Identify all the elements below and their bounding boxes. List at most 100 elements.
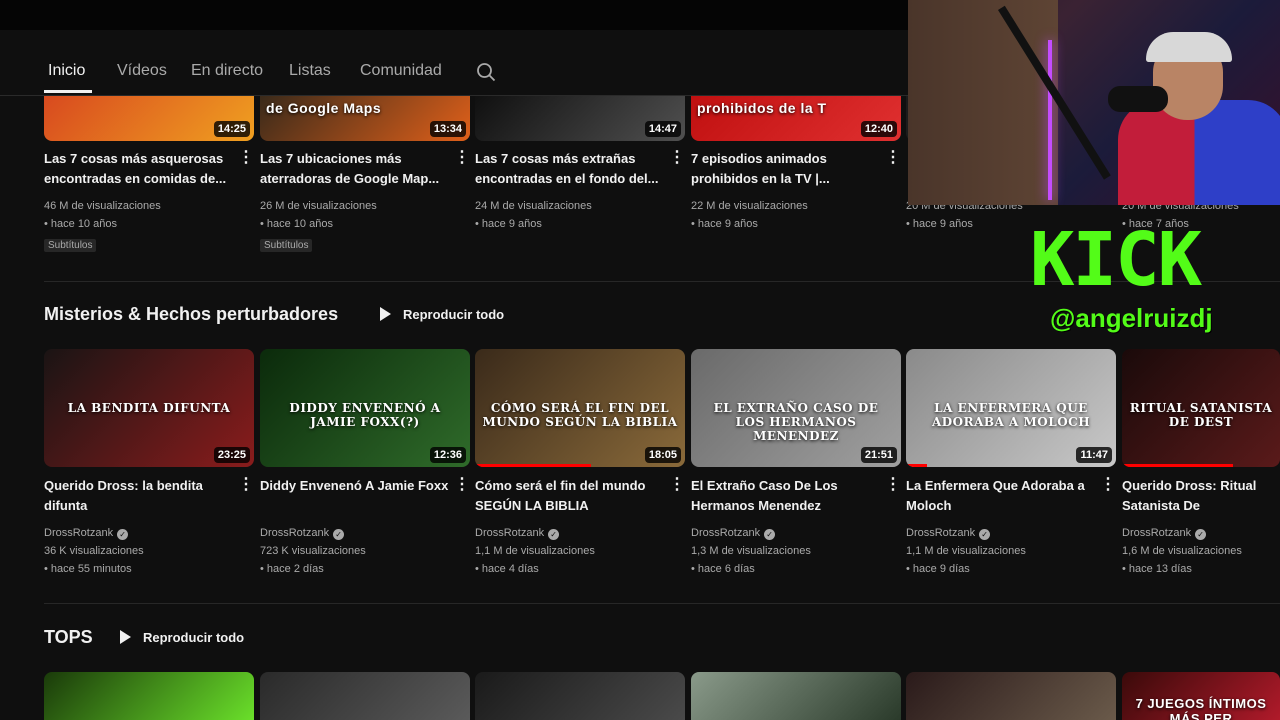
video-thumbnail[interactable] [906,672,1116,720]
channel-name-label: DrossRotzank [475,527,545,539]
channel-name-label: DrossRotzank [260,527,330,539]
video-views: 24 M de visualizaciones [475,200,592,212]
video-age: • hace 10 años [260,218,333,230]
video-title[interactable]: Las 7 ubicaciones más aterradoras de Goo… [260,149,450,189]
subtitles-badge: Subtítulos [260,239,313,252]
more-options-icon[interactable]: ⋮ [669,149,685,167]
tab-videos[interactable]: Vídeos [117,62,167,80]
video-thumbnail[interactable]: prohibidos de la T 12:40 [691,96,901,141]
search-icon[interactable] [476,62,496,82]
webcam-neon-light [1048,40,1052,200]
thumbnail-text: de Google Maps [266,100,382,116]
channel-name[interactable]: DrossRotzank ✓ [906,527,991,540]
channel-name[interactable]: DrossRotzank ✓ [1122,527,1207,540]
video-duration: 21:51 [860,447,897,463]
video-duration: 12:40 [860,121,897,137]
video-card[interactable]: LA ENFERMERA QUE ADORABA A MOLOCH 11:47 La… [906,349,1116,579]
video-title[interactable]: El Extraño Caso De Los Hermanos Menendez [691,476,881,516]
video-views: 723 K visualizaciones [260,545,366,557]
video-age: • hace 10 años [44,218,117,230]
channel-nav: Inicio Vídeos En directo Listas Comunida… [0,30,908,96]
video-card[interactable]: 14:25 Las 7 cosas más asquerosas encontra… [44,96,254,266]
watch-progress-bar [475,464,591,467]
kick-logo: KICK [1030,217,1202,303]
video-thumbnail[interactable]: de Google Maps 13:34 [260,96,470,141]
section-divider [44,603,1280,604]
video-title[interactable]: Querido Dross: la bendita difunta [44,476,234,516]
verified-badge-icon: ✓ [979,529,991,540]
more-options-icon[interactable]: ⋮ [669,476,685,494]
video-title[interactable]: Cómo será el fin del mundo SEGÚN LA BIBL… [475,476,665,516]
video-title[interactable]: Las 7 cosas más extrañas encontradas en … [475,149,665,189]
video-views: 1,1 M de visualizaciones [475,545,595,557]
thumbnail-text: prohibidos de la T [697,100,827,116]
more-options-icon[interactable]: ⋮ [454,476,470,494]
thumbnail-text: LA BENDITA DIFUNTA [67,400,231,415]
play-all-button-tops[interactable]: Reproducir todo [120,630,244,645]
video-thumbnail[interactable]: LA BENDITA DIFUNTA 23:25 [44,349,254,467]
tab-listas[interactable]: Listas [289,62,331,80]
video-card[interactable]: DIDDY ENVENENÓ A JAMIE FOXX(?) 12:36 Diddy… [260,349,470,579]
video-duration: 18:05 [644,447,681,463]
shelf-title-tops: TOPS [44,627,93,647]
video-views: 1,1 M de visualizaciones [906,545,1026,557]
play-all-button-misterios[interactable]: Reproducir todo [380,307,504,322]
channel-name-label: DrossRotzank [906,527,976,539]
channel-name[interactable]: DrossRotzank ✓ [475,527,560,540]
channel-name-label: DrossRotzank [1122,527,1192,539]
video-thumbnail[interactable]: RITUAL SATANISTA DE DEST [1122,349,1280,467]
video-age: • hace 55 minutos [44,563,132,575]
video-title[interactable]: Querido Dross: Ritual Satanista De Destr… [1122,476,1260,516]
video-card[interactable]: CÓMO SERÁ EL FIN DEL MUNDO SEGÚN LA BIBL… [475,349,685,579]
webcam-microphone [1108,86,1168,112]
tab-active-indicator [44,90,92,93]
video-title[interactable]: La Enfermera Que Adoraba a Moloch [906,476,1096,516]
verified-badge-icon: ✓ [333,529,345,540]
more-options-icon[interactable]: ⋮ [454,149,470,167]
video-title[interactable]: 7 episodios animados prohibidos en la TV… [691,149,881,189]
more-options-icon[interactable]: ⋮ [885,476,901,494]
video-thumbnail[interactable]: 14:25 [44,96,254,141]
play-all-label: Reproducir todo [143,630,245,645]
video-card[interactable]: LA BENDITA DIFUNTA 23:25 Querido Dross: la… [44,349,254,579]
video-title[interactable]: Diddy Envenenó A Jamie Foxx [260,476,450,516]
kick-handle: @angelruizdj [1050,303,1213,333]
video-duration: 14:25 [213,121,250,137]
more-options-icon[interactable]: ⋮ [1100,476,1116,494]
tab-en-directo[interactable]: En directo [191,62,263,80]
video-thumbnail[interactable]: DIDDY ENVENENÓ A JAMIE FOXX(?) 12:36 [260,349,470,467]
more-options-icon[interactable]: ⋮ [238,149,254,167]
webcam-overlay [908,0,1280,205]
video-thumbnail[interactable]: CÓMO SERÁ EL FIN DEL MUNDO SEGÚN LA BIBL… [475,349,685,467]
play-icon [380,307,391,321]
video-thumbnail[interactable]: 7 JUEGOS ÍNTIMOS MÁS PER [1122,672,1280,720]
subtitles-badge: Subtítulos [44,239,97,252]
video-card[interactable]: EL EXTRAÑO CASO DE LOS HERMANOS MENENDEZ… [691,349,901,579]
more-options-icon[interactable]: ⋮ [885,149,901,167]
video-card[interactable]: prohibidos de la T 12:40 7 episodios anima… [691,96,901,266]
video-thumbnail[interactable] [44,672,254,720]
watch-progress-bar [906,464,927,467]
thumbnail-text: LA ENFERMERA QUE ADORABA A MOLOCH [931,400,1091,429]
video-thumbnail[interactable]: LA ENFERMERA QUE ADORABA A MOLOCH 11:47 [906,349,1116,467]
tab-comunidad[interactable]: Comunidad [360,62,442,80]
channel-name[interactable]: DrossRotzank ✓ [691,527,776,540]
more-options-icon[interactable]: ⋮ [238,476,254,494]
channel-name-label: DrossRotzank [44,527,114,539]
webcam-wall [908,0,1058,205]
video-views: 1,3 M de visualizaciones [691,545,811,557]
video-thumbnail[interactable] [475,672,685,720]
video-thumbnail[interactable] [260,672,470,720]
video-card[interactable]: 14:47 Las 7 cosas más extrañas encontrada… [475,96,685,266]
channel-name[interactable]: DrossRotzank ✓ [44,527,129,540]
channel-name[interactable]: DrossRotzank ✓ [260,527,345,540]
video-duration: 11:47 [1076,447,1112,463]
video-card[interactable]: de Google Maps 13:34 Las 7 ubicaciones más… [260,96,470,266]
video-thumbnail[interactable]: 14:47 [475,96,685,141]
video-card[interactable]: RITUAL SATANISTA DE DEST Querido Dross: R… [1122,349,1280,579]
video-age: • hace 4 días [475,563,539,575]
video-thumbnail[interactable] [691,672,901,720]
video-title[interactable]: Las 7 cosas más asquerosas encontradas e… [44,149,234,189]
tab-inicio[interactable]: Inicio [48,62,85,80]
video-thumbnail[interactable]: EL EXTRAÑO CASO DE LOS HERMANOS MENENDEZ… [691,349,901,467]
